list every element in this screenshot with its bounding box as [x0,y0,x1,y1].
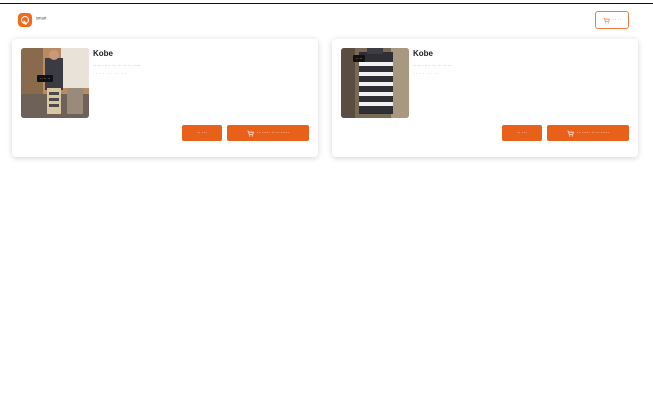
add-to-cart-label: ·· ····· ·· ·· ····· [576,130,610,136]
add-to-cart-button[interactable]: ·· ····· ·· ·· ····· [547,125,629,141]
product-image[interactable]: ·· ·· ·· [21,48,89,118]
view-button[interactable]: ·· ··· [502,125,542,141]
shopping-logo-icon [18,13,32,27]
cart-icon [247,130,254,137]
product-title[interactable]: Kobe [93,49,303,58]
product-grid: ·· ·· ·· Kobe ·· ··· ····· ··· ··· ·· ··… [12,39,642,157]
product-description: ·· ··· ····· ··· ··· ·· ··· [413,63,452,68]
product-price: ·· ·· ·· ·· ·· [93,71,127,76]
product-photo [21,48,89,118]
brand-name: ˢᵐᵃʳᵗ [36,17,47,23]
cart-button[interactable]: ·· ·· [595,11,629,29]
product-info: Kobe ·· ··· ····· ··· ··· ·· ··· ····· ·… [93,49,303,76]
cart-icon [567,130,574,137]
view-button-label: ·· ··· [197,130,207,136]
view-button-label: ·· ··· [517,130,527,136]
cart-label: ·· ·· [612,17,622,23]
card-actions: ·· ··· ·· ····· ·· ·· ····· [182,125,309,141]
product-title[interactable]: Kobe [413,49,623,58]
product-photo [341,48,409,118]
header: ˢᵐᵃʳᵗ ·· ·· [0,4,653,36]
image-badge: ·· ·· [353,55,366,62]
card-actions: ·· ··· ·· ····· ·· ·· ····· [502,125,629,141]
image-badge: ·· ·· ·· [37,75,54,82]
product-image[interactable]: ·· ·· [341,48,409,118]
cart-icon [603,17,610,24]
product-info: Kobe ·· ··· ····· ··· ··· ·· ··· ·· ·· ·… [413,49,623,76]
add-to-cart-label: ·· ····· ·· ·· ····· [256,130,290,136]
product-price: ·· ·· ·· ·· [413,71,440,76]
product-card: ·· ·· Kobe ·· ··· ····· ··· ··· ·· ··· ·… [332,39,638,157]
product-description: ·· ··· ····· ··· ··· ·· ··· ····· [93,63,141,68]
brand[interactable]: ˢᵐᵃʳᵗ [18,13,46,27]
add-to-cart-button[interactable]: ·· ····· ·· ·· ····· [227,125,309,141]
product-card: ·· ·· ·· Kobe ·· ··· ····· ··· ··· ·· ··… [12,39,318,157]
view-button[interactable]: ·· ··· [182,125,222,141]
